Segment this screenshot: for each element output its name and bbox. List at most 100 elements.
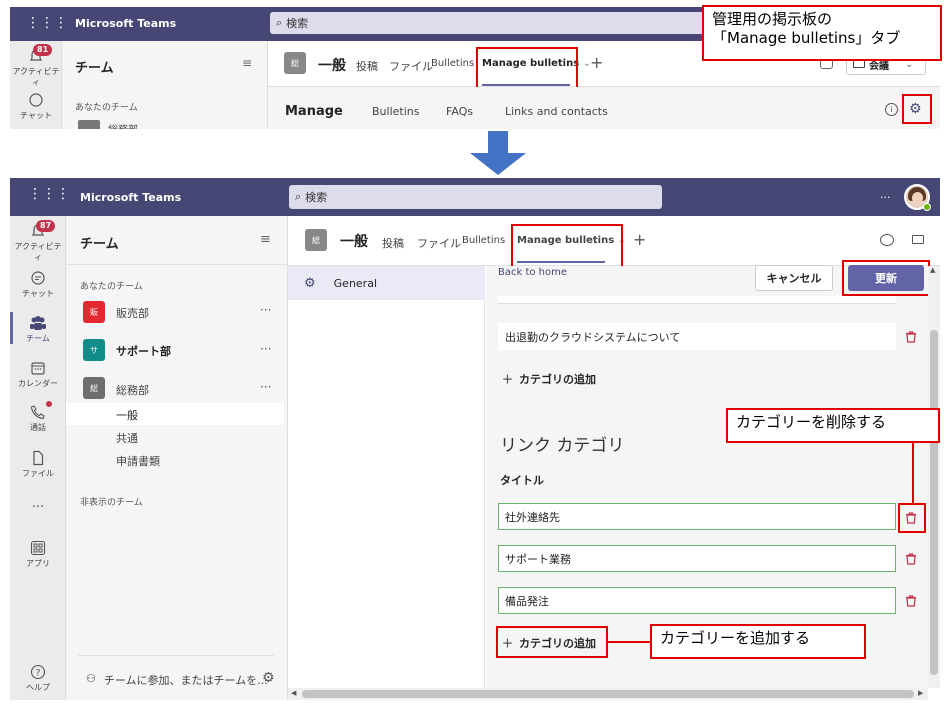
top-team-partial[interactable]: 総務部	[108, 121, 138, 129]
chat-icon	[29, 93, 43, 107]
hidden-teams-label[interactable]: 非表示のチーム	[80, 495, 143, 508]
cancel-button[interactable]: キャンセル	[755, 265, 833, 291]
help-icon: ?	[30, 664, 46, 680]
link-field-supply-orders[interactable]: 備品発注	[498, 587, 896, 614]
panel-bottom-divider	[78, 655, 274, 656]
link-field-external-contacts[interactable]: 社外連絡先	[498, 503, 896, 530]
search-placeholder: 検索	[286, 17, 309, 30]
settings-gear-icon[interactable]: ⚙	[262, 670, 275, 686]
back-to-home-link[interactable]: Back to home	[498, 267, 567, 278]
channel-applications[interactable]: 申請書類	[116, 453, 160, 469]
rail-files[interactable]: ファイル	[12, 450, 64, 479]
rail-more[interactable]: ···	[12, 500, 64, 515]
rail-calls[interactable]: 通話	[12, 404, 64, 433]
top-channel-avatar: 総	[284, 52, 306, 74]
tab-files[interactable]: ファイル	[417, 235, 461, 251]
filter-icon[interactable]: ≡	[242, 56, 252, 70]
add-tab-icon[interactable]: +	[633, 230, 646, 249]
horizontal-scrollbar-thumb[interactable]	[302, 690, 914, 698]
search-icon: ⌕	[276, 16, 283, 29]
apps-icon	[30, 540, 46, 556]
tab-posts[interactable]: 投稿	[382, 235, 404, 251]
update-highlight	[842, 260, 930, 296]
rail-teams[interactable]: チーム	[12, 315, 64, 344]
info-icon[interactable]: i	[885, 103, 898, 116]
trash-icon[interactable]	[904, 594, 918, 608]
manage-tab-highlight	[511, 224, 623, 268]
file-icon	[33, 450, 44, 466]
team-more-icon[interactable]: ···	[260, 342, 271, 356]
video-call-icon[interactable]	[912, 235, 924, 244]
scroll-up-icon[interactable]: ▲	[930, 266, 935, 274]
svg-text:?: ?	[36, 669, 41, 679]
team-name-sales[interactable]: 販売部	[116, 305, 149, 321]
top-teams-header: チーム	[75, 61, 114, 76]
your-teams-label: あなたのチーム	[80, 282, 143, 292]
team-avatar-general-affairs: 総	[83, 377, 105, 399]
team-more-icon[interactable]: ···	[260, 303, 271, 317]
top-subtab-links[interactable]: Links and contacts	[505, 105, 608, 118]
team-avatar-support: サ	[83, 339, 105, 361]
more-options-icon[interactable]: ···	[880, 191, 891, 204]
panel-divider	[66, 264, 288, 265]
rail-calendar[interactable]: カレンダー	[12, 360, 64, 389]
rail-label: チャット	[22, 289, 54, 298]
team-more-icon[interactable]: ···	[260, 380, 271, 394]
top-your-teams: あなたのチーム	[75, 103, 138, 113]
down-arrow-icon	[470, 131, 526, 175]
top-tab-bulletins[interactable]: Bulletins	[431, 58, 474, 69]
top-subtab-faqs[interactable]: FAQs	[446, 105, 473, 118]
add-category-button-1[interactable]: ＋ カテゴリの追加	[502, 371, 596, 387]
video-icon	[853, 60, 865, 68]
rail-label: アプリ	[26, 559, 50, 568]
rail-label: チーム	[26, 334, 50, 343]
settings-nav-general[interactable]: ⚙ General	[288, 266, 485, 300]
activity-badge: 87	[36, 220, 56, 232]
add-callout-connector	[608, 641, 650, 643]
scroll-right-icon[interactable]: ▶	[918, 689, 923, 697]
app-launcher-icon[interactable]: ⋮⋮⋮	[28, 186, 70, 202]
channel-avatar: 総	[305, 229, 327, 251]
teams-icon	[30, 316, 46, 330]
team-avatar-sales: 販	[83, 301, 105, 323]
top-search-input[interactable]: ⌕ 検索	[270, 12, 710, 34]
top-gear-highlight	[902, 94, 932, 124]
trash-icon[interactable]	[904, 552, 918, 566]
top-rail-chat[interactable]: チャット	[10, 92, 62, 121]
teams-header: チーム	[80, 237, 119, 252]
rail-label: アクティビティ	[14, 242, 62, 262]
bulletin-category-field[interactable]: 出退勤のクラウドシステムについて	[498, 323, 896, 350]
link-category-heading: リンク カテゴリ	[500, 436, 625, 456]
top-tab-files[interactable]: ファイル	[389, 58, 433, 74]
top-add-tab-icon[interactable]: +	[590, 53, 603, 72]
rail-apps[interactable]: アプリ	[12, 540, 64, 569]
top-app-launcher-icon[interactable]: ⋮⋮⋮	[26, 14, 68, 32]
scroll-left-icon[interactable]: ◀	[291, 689, 296, 697]
filter-icon[interactable]: ≡	[260, 232, 271, 247]
tab-bulletins[interactable]: Bulletins	[462, 235, 505, 246]
rail-chat[interactable]: チャット	[12, 270, 64, 299]
team-name-support[interactable]: サポート部	[116, 343, 171, 359]
top-teams-panel	[62, 41, 268, 129]
conversation-icon[interactable]	[880, 234, 894, 246]
settings-nav	[288, 266, 485, 688]
top-subtab-bulletins[interactable]: Bulletins	[372, 105, 419, 118]
top-subtab-manage[interactable]: Manage	[285, 104, 343, 119]
channel-general[interactable]: 一般	[116, 407, 138, 423]
channel-selected-bg	[66, 403, 284, 425]
team-name-general-affairs[interactable]: 総務部	[116, 382, 149, 398]
delete-category-callout: カテゴリーを削除する	[726, 408, 940, 443]
rail-help[interactable]: ? ヘルプ	[12, 664, 64, 693]
scrollbar-thumb[interactable]	[930, 330, 938, 675]
channel-common[interactable]: 共通	[116, 430, 138, 446]
channel-title: 一般	[340, 234, 368, 250]
gear-icon: ⚙	[304, 275, 316, 291]
add-category-highlight	[496, 626, 608, 658]
join-team-button[interactable]: ⚇ チームに参加、またはチームを...	[86, 672, 268, 688]
link-field-support-tasks[interactable]: サポート業務	[498, 545, 896, 572]
search-placeholder: 検索	[305, 191, 328, 204]
delete-callout-connector	[912, 443, 914, 503]
trash-icon[interactable]	[904, 330, 918, 344]
search-input[interactable]: ⌕ 検索	[289, 185, 662, 209]
top-tab-posts[interactable]: 投稿	[356, 58, 378, 74]
